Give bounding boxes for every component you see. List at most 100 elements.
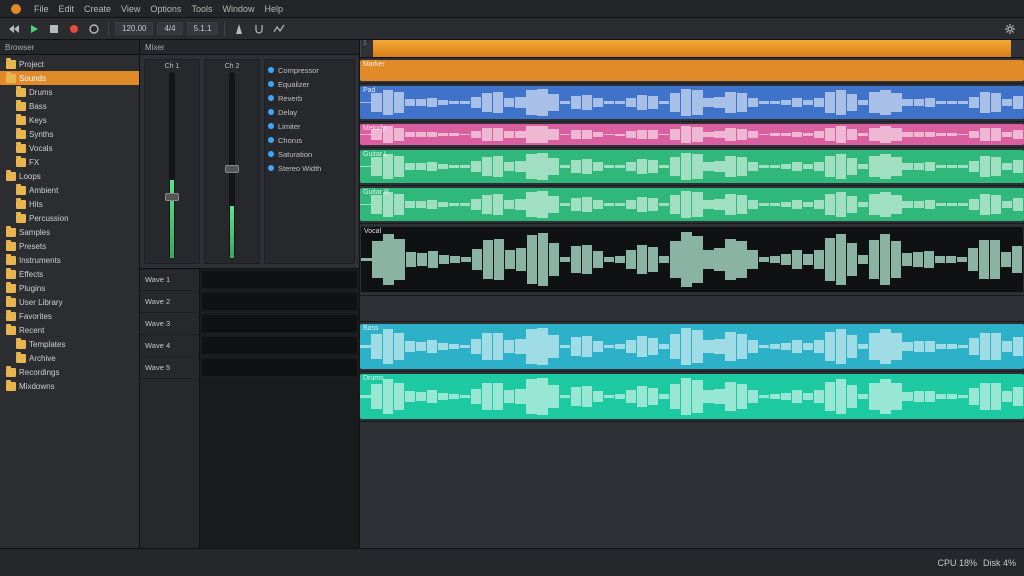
insert-slot[interactable]: Delay (268, 105, 351, 119)
clip-lane[interactable] (200, 313, 359, 335)
fader-cap[interactable] (165, 193, 179, 201)
tempo-display[interactable]: 120.00 (115, 22, 153, 35)
clip-lanes[interactable] (200, 269, 359, 548)
insert-enable-dot[interactable] (268, 95, 274, 101)
browser-item[interactable]: Templates (0, 337, 139, 351)
loop-icon[interactable] (86, 21, 102, 37)
insert-slot[interactable]: Compressor (268, 63, 351, 77)
browser-item[interactable]: Sounds (0, 71, 139, 85)
record-icon[interactable] (66, 21, 82, 37)
clip-track-header[interactable]: Wave 4 (140, 335, 199, 357)
audio-clip[interactable]: Vocal (360, 226, 1024, 293)
track-row[interactable]: Melody (360, 122, 1024, 148)
clip-lane[interactable] (200, 291, 359, 313)
menu-item-options[interactable]: Options (150, 4, 181, 14)
clip-lane[interactable] (200, 357, 359, 379)
insert-slot[interactable]: Stereo Width (268, 161, 351, 175)
browser-item[interactable]: Loops (0, 169, 139, 183)
menu-item-window[interactable]: Window (222, 4, 254, 14)
audio-clip[interactable]: Guitar L (360, 150, 1024, 183)
track-row[interactable]: Guitar L (360, 148, 1024, 186)
metronome-icon[interactable] (231, 21, 247, 37)
menu-item-create[interactable]: Create (84, 4, 111, 14)
browser-item[interactable]: Vocals (0, 141, 139, 155)
insert-slot[interactable]: Saturation (268, 147, 351, 161)
insert-slot[interactable]: Chorus (268, 133, 351, 147)
clip-lane[interactable] (200, 335, 359, 357)
mixer-channel[interactable]: Ch 2 (204, 59, 260, 264)
browser-item[interactable]: User Library (0, 295, 139, 309)
settings-icon[interactable] (1002, 21, 1018, 37)
insert-slot[interactable]: Equalizer (268, 77, 351, 91)
browser-item-label: Presets (19, 242, 46, 251)
position-display[interactable]: 5.1.1 (187, 22, 219, 35)
browser-item[interactable]: Percussion (0, 211, 139, 225)
track-row[interactable]: Marker (360, 58, 1024, 84)
browser-item[interactable]: Hits (0, 197, 139, 211)
browser-item[interactable]: Samples (0, 225, 139, 239)
track-row[interactable]: Bass (360, 322, 1024, 372)
audio-clip[interactable]: Bass (360, 324, 1024, 369)
audio-clip[interactable]: Guitar R (360, 188, 1024, 221)
insert-enable-dot[interactable] (268, 81, 274, 87)
insert-slot[interactable]: Reverb (268, 91, 351, 105)
automation-icon[interactable] (271, 21, 287, 37)
track-row[interactable]: Guitar R (360, 186, 1024, 224)
browser-item[interactable]: Recent (0, 323, 139, 337)
browser-item[interactable]: Instruments (0, 253, 139, 267)
browser-item[interactable]: Drums (0, 85, 139, 99)
browser-item[interactable]: Presets (0, 239, 139, 253)
browser-item[interactable]: Effects (0, 267, 139, 281)
snap-icon[interactable] (251, 21, 267, 37)
insert-enable-dot[interactable] (268, 123, 274, 129)
track-row[interactable]: Vocal (360, 224, 1024, 296)
audio-clip[interactable]: Melody (360, 124, 1024, 145)
fader[interactable] (169, 72, 175, 258)
browser-item[interactable]: Keys (0, 113, 139, 127)
audio-clip[interactable]: Marker (360, 60, 1024, 81)
fader[interactable] (229, 72, 235, 258)
browser-item[interactable]: Synths (0, 127, 139, 141)
menu-item-tools[interactable]: Tools (191, 4, 212, 14)
track-row[interactable]: Pad (360, 84, 1024, 122)
browser-item[interactable]: FX (0, 155, 139, 169)
browser-item[interactable]: Plugins (0, 281, 139, 295)
insert-enable-dot[interactable] (268, 109, 274, 115)
menu-item-edit[interactable]: Edit (59, 4, 75, 14)
track-row[interactable]: Drums (360, 372, 1024, 422)
browser-item[interactable]: Archive (0, 351, 139, 365)
time-signature-display[interactable]: 4/4 (157, 22, 182, 35)
insert-enable-dot[interactable] (268, 151, 274, 157)
insert-slot[interactable]: Limiter (268, 119, 351, 133)
insert-enable-dot[interactable] (268, 67, 274, 73)
audio-clip[interactable]: Pad (360, 86, 1024, 119)
insert-enable-dot[interactable] (268, 165, 274, 171)
mixer-title: Mixer (140, 40, 359, 55)
browser-item[interactable]: Favorites (0, 309, 139, 323)
browser-item[interactable]: Recordings (0, 365, 139, 379)
insert-enable-dot[interactable] (268, 137, 274, 143)
loop-region[interactable] (373, 40, 1010, 57)
clip-track-header[interactable]: Wave 1 (140, 269, 199, 291)
menu-item-help[interactable]: Help (264, 4, 283, 14)
mixer-channel[interactable]: Ch 1 (144, 59, 200, 264)
browser-item[interactable]: Ambient (0, 183, 139, 197)
fader-cap[interactable] (225, 165, 239, 173)
browser-item[interactable]: Bass (0, 99, 139, 113)
clip-lane[interactable] (200, 269, 359, 291)
audio-clip[interactable]: Drums (360, 374, 1024, 419)
browser-item[interactable]: Mixdowns (0, 379, 139, 393)
track-row[interactable] (360, 296, 1024, 322)
arrangement-tracks[interactable]: Marker Pad Melody Guitar L Guitar R Vocal Bass… (360, 58, 1024, 548)
clip-track-header[interactable]: Wave 2 (140, 291, 199, 313)
menu-item-file[interactable]: File (34, 4, 49, 14)
rewind-icon[interactable] (6, 21, 22, 37)
browser-item[interactable]: Project (0, 57, 139, 71)
timeline-ruler[interactable]: 159131721252933 (360, 40, 1024, 58)
stop-icon[interactable] (46, 21, 62, 37)
clip-track-header[interactable]: Wave 3 (140, 313, 199, 335)
play-icon[interactable] (26, 21, 42, 37)
clip-track-header[interactable]: Wave 5 (140, 357, 199, 379)
menu-item-view[interactable]: View (121, 4, 140, 14)
browser-tree[interactable]: ProjectSoundsDrumsBassKeysSynthsVocalsFX… (0, 55, 139, 548)
